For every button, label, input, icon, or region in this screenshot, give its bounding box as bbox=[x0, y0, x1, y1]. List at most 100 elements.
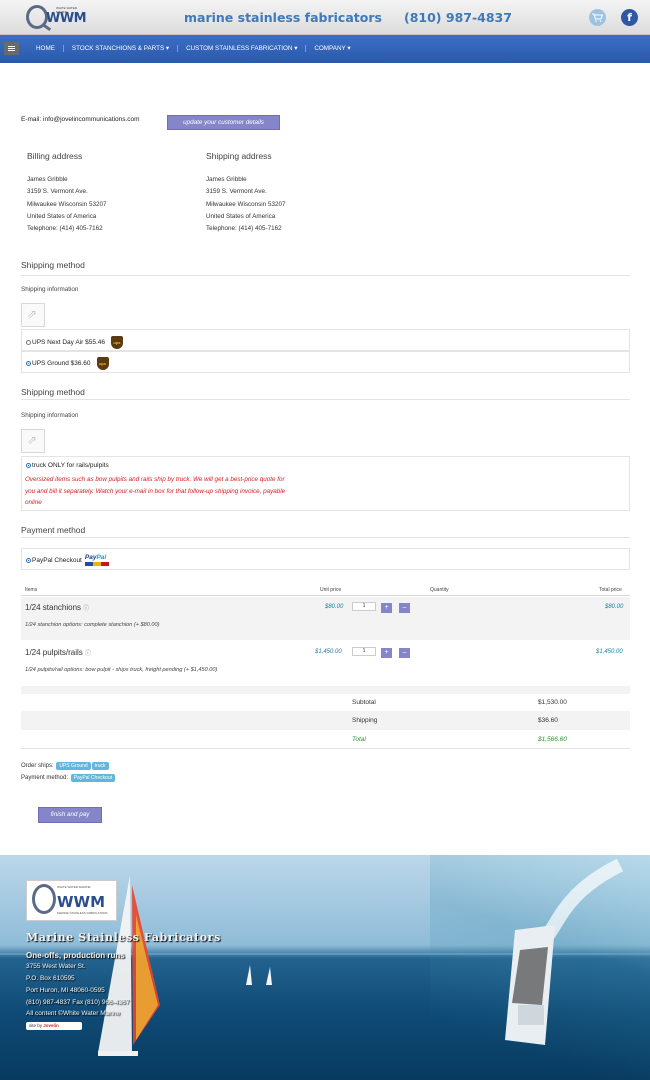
radio-ups-ground[interactable] bbox=[26, 361, 31, 366]
nav-item-stock-stanchions[interactable]: STOCK STANCHIONS & PARTS ▾ bbox=[72, 45, 179, 52]
shipping-method-title: Shipping method bbox=[21, 260, 85, 270]
billing-line: Milwaukee Wisconsin 53207 bbox=[27, 200, 107, 208]
footer-phone-line[interactable]: (810) 987-4837 Fax (810) 966-4367 bbox=[26, 999, 129, 1006]
footer-subtitle: One-offs, production runs bbox=[26, 951, 125, 960]
billing-line: James Gribble bbox=[27, 176, 68, 183]
divider bbox=[21, 537, 630, 538]
order-ships-label: Order ships: bbox=[21, 763, 54, 769]
divider bbox=[21, 275, 630, 276]
radio-truck[interactable] bbox=[26, 462, 31, 468]
quantity-input[interactable]: 1 bbox=[352, 647, 376, 656]
site-by-badge[interactable]: site by Jovelin bbox=[26, 1022, 82, 1030]
update-customer-details-button[interactable]: update your customer details bbox=[167, 115, 280, 130]
cart-item-title: 1/24 stanchions bbox=[25, 603, 82, 612]
menu-toggle-icon[interactable] bbox=[4, 42, 19, 55]
nav-item-home[interactable]: HOME bbox=[36, 45, 64, 52]
cart-item-title: 1/24 pulpits/rails bbox=[25, 648, 83, 657]
col-header-total-price: Total price bbox=[599, 587, 622, 593]
nav-item-custom-fabrication[interactable]: CUSTOM STAINLESS FABRICATION ▾ bbox=[186, 45, 307, 52]
site-title: marine stainless fabricators bbox=[184, 10, 382, 25]
footer-address-line: 3755 West Water St. bbox=[26, 963, 86, 970]
cart-item-total: $80.00 bbox=[605, 604, 624, 610]
footer-logo-tagline: WHITE WATER MARINE bbox=[57, 885, 91, 889]
subtotal-value: $1,530.00 bbox=[538, 699, 567, 706]
footer-logo-text: WWM bbox=[57, 893, 106, 911]
shipping-address: James Gribble 3159 S. Vermont Ave. Milwa… bbox=[206, 174, 285, 235]
shipping-information-label: Shipping information bbox=[21, 286, 79, 293]
customer-email: E-mail: info@jovelincommunications.com bbox=[21, 116, 140, 123]
order-payment-line: Payment method: PayPal Checkout bbox=[21, 774, 116, 782]
shipping-information-label: Shipping information bbox=[21, 412, 79, 419]
footer-logo[interactable]: WHITE WATER MARINE WWM MARINE STAINLESS … bbox=[26, 880, 117, 921]
cart-item-name[interactable]: 1/24 stanchions ⓘ bbox=[25, 603, 89, 612]
quantity-increase-button[interactable]: + bbox=[381, 648, 392, 658]
payment-option-label: PayPal Checkout bbox=[32, 557, 82, 565]
site-by-label: site by bbox=[29, 1023, 43, 1028]
quantity-decrease-button[interactable]: – bbox=[399, 648, 410, 658]
site-phone[interactable]: (810) 987-4837 bbox=[404, 10, 512, 25]
shipping-label: Shipping bbox=[352, 717, 378, 724]
shipping-method-title: Shipping method bbox=[21, 387, 85, 397]
payment-method-title: Payment method bbox=[21, 525, 86, 535]
billing-line: Telephone: (414) 405-7162 bbox=[27, 225, 103, 233]
paypal-logo-pay: Pay bbox=[84, 554, 97, 561]
footer-address-line: Port Huron, MI 48060-0595 bbox=[26, 987, 105, 994]
quantity-decrease-button[interactable]: – bbox=[399, 603, 410, 613]
quantity-increase-button[interactable]: + bbox=[381, 603, 392, 613]
logo-text: WWM bbox=[46, 11, 87, 26]
order-payment-label: Payment method: bbox=[21, 775, 69, 781]
billing-line: United States of America bbox=[27, 212, 97, 220]
cart-item-unit-price: $1,450.00 bbox=[315, 649, 342, 655]
divider bbox=[21, 595, 630, 596]
ups-logo-icon: ups bbox=[96, 357, 109, 370]
site-header: WHITE WATER MARINE WWM marine stainless … bbox=[0, 0, 650, 35]
payment-tag: PayPal Checkout bbox=[70, 774, 116, 782]
info-icon[interactable]: ⓘ bbox=[85, 651, 91, 657]
radio-ups-next-day[interactable] bbox=[26, 340, 31, 345]
truck-shipping-note: Oversized items such as bow pulpits and … bbox=[25, 476, 286, 506]
shipping-option-label: UPS Ground $36.60 bbox=[32, 360, 91, 368]
col-header-unit-price: Unit price bbox=[320, 587, 342, 593]
radio-paypal[interactable] bbox=[26, 558, 31, 563]
shipping-option-label: UPS Next Day Air $55.46 bbox=[32, 339, 105, 347]
footer-logo-subtag: MARINE STAINLESS FABRICATORS bbox=[57, 911, 108, 915]
shipping-option-label: truck ONLY for rails/pulpits bbox=[32, 462, 109, 469]
facebook-icon[interactable]: f bbox=[621, 9, 638, 26]
ship-tag: UPS Ground bbox=[56, 762, 91, 770]
info-icon[interactable]: ⓘ bbox=[83, 606, 89, 612]
shipping-image-placeholder-icon bbox=[21, 303, 45, 327]
quantity-input[interactable]: 1 bbox=[352, 602, 376, 611]
shipping-option-ups-next-day[interactable]: UPS Next Day Air $55.46 ups bbox=[21, 329, 630, 351]
site-by-name: Jovelin bbox=[43, 1023, 59, 1028]
cart-item-total: $1,450.00 bbox=[596, 649, 623, 655]
col-header-items: Items bbox=[25, 587, 38, 593]
total-value: $1,566.60 bbox=[538, 736, 567, 743]
billing-address: James Gribble 3159 S. Vermont Ave. Milwa… bbox=[27, 174, 106, 235]
finish-and-pay-button[interactable]: finish and pay bbox=[38, 807, 102, 823]
nav-item-company[interactable]: COMPANY ▾ bbox=[314, 45, 358, 52]
footer-logo-q-mark bbox=[32, 884, 56, 914]
cart-item-options: 1/24 stanchion options: complete stanchi… bbox=[25, 622, 160, 628]
shipping-option-ups-ground[interactable]: UPS Ground $36.60 ups bbox=[21, 351, 630, 373]
ship-tag: truck bbox=[91, 762, 109, 770]
site-logo[interactable]: WHITE WATER MARINE WWM bbox=[26, 5, 88, 31]
shipping-address-title: Shipping address bbox=[206, 151, 272, 161]
logo-q-mark bbox=[26, 5, 48, 29]
divider bbox=[21, 748, 630, 749]
shipping-value: $36.60 bbox=[538, 717, 558, 724]
footer-title: Marine Stainless Fabricators bbox=[26, 931, 221, 944]
shipping-line: James Gribble bbox=[206, 176, 247, 183]
footer-copyright: All content ©White Water Marine bbox=[26, 1010, 121, 1017]
main-nav: HOME STOCK STANCHIONS & PARTS ▾ CUSTOM S… bbox=[0, 35, 650, 63]
cart-row-spacer bbox=[21, 686, 630, 694]
divider bbox=[21, 399, 630, 400]
shipping-image-placeholder-icon bbox=[21, 429, 45, 453]
shipping-line: Milwaukee Wisconsin 53207 bbox=[206, 200, 286, 208]
ups-logo-icon: ups bbox=[110, 336, 123, 349]
footer-address-line: P.O. Box 610595 bbox=[26, 975, 75, 982]
cart-item-name[interactable]: 1/24 pulpits/rails ⓘ bbox=[25, 648, 91, 657]
cart-icon[interactable] bbox=[589, 9, 606, 26]
cart-item-options: 1/24 pulpits/rail options: bow pulpit - … bbox=[25, 667, 218, 673]
nav-items: HOME STOCK STANCHIONS & PARTS ▾ CUSTOM S… bbox=[36, 45, 367, 52]
payment-option-paypal[interactable]: PayPal Checkout PayPal bbox=[21, 548, 630, 570]
